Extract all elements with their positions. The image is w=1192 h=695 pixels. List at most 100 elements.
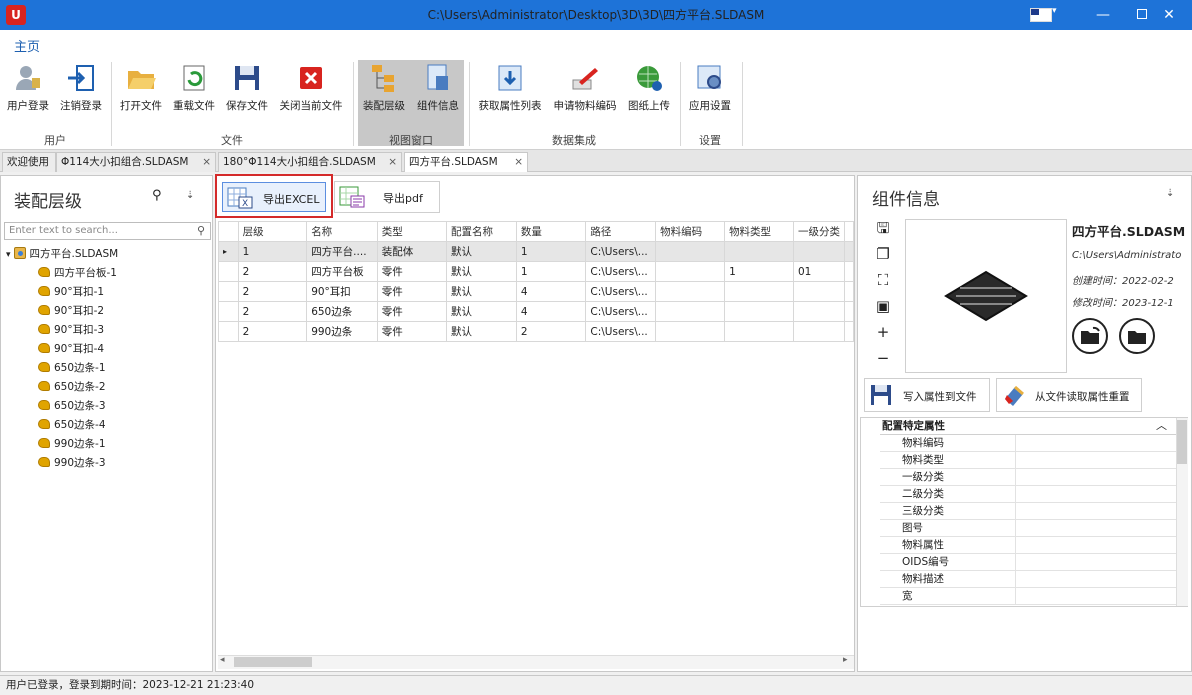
- tree-item[interactable]: 90°耳扣-4: [38, 340, 104, 359]
- column-header[interactable]: 一级分类: [792, 221, 846, 242]
- zoom-out-icon[interactable]: −: [873, 348, 893, 368]
- column-header[interactable]: 数量: [515, 221, 587, 242]
- apply-material-code-button[interactable]: 申请物料编码: [548, 62, 622, 122]
- tree-item[interactable]: 990边条-1: [38, 435, 106, 454]
- table-cell[interactable]: 990边条: [306, 321, 378, 342]
- tab-home[interactable]: 主页: [14, 36, 41, 58]
- table-cell[interactable]: 4: [515, 301, 587, 322]
- open-folder-button[interactable]: [1072, 318, 1108, 354]
- fit-view-icon[interactable]: ⛶: [873, 270, 893, 290]
- property-row[interactable]: 二级分类: [860, 486, 1176, 503]
- table-cell[interactable]: 装配体: [376, 241, 448, 262]
- horizontal-scrollbar[interactable]: [218, 655, 854, 669]
- property-value[interactable]: [1016, 503, 1176, 520]
- property-row[interactable]: OIDS编号: [860, 554, 1176, 571]
- property-row[interactable]: 物料编码: [860, 435, 1176, 452]
- table-cell[interactable]: [655, 321, 726, 342]
- close-current-file-button[interactable]: 关闭当前文件: [275, 62, 347, 122]
- table-cell[interactable]: 1: [237, 241, 308, 262]
- write-attributes-button[interactable]: 写入属性到文件: [864, 378, 990, 412]
- table-cell[interactable]: 2: [237, 261, 308, 282]
- table-cell[interactable]: 零件: [376, 321, 448, 342]
- drawing-upload-button[interactable]: 图纸上传: [624, 62, 674, 122]
- column-header[interactable]: 名称: [306, 221, 378, 242]
- save-file-button[interactable]: 保存文件: [222, 62, 272, 122]
- table-cell[interactable]: 零件: [376, 261, 448, 282]
- tab-doc-1[interactable]: Φ114大小扣组合.SLDASM ×: [56, 152, 216, 172]
- column-header[interactable]: 类型: [376, 221, 448, 242]
- table-cell[interactable]: [655, 281, 726, 302]
- close-window-button[interactable]: ✕: [1146, 0, 1192, 30]
- table-cell[interactable]: 1: [724, 261, 794, 282]
- tree-item[interactable]: 650边条-1: [38, 359, 106, 378]
- scrollbar-thumb[interactable]: [234, 657, 312, 667]
- table-cell[interactable]: 默认: [446, 241, 517, 262]
- chevron-up-icon[interactable]: ︿: [1156, 417, 1167, 433]
- property-value[interactable]: [1016, 571, 1176, 588]
- table-cell[interactable]: [792, 321, 846, 342]
- table-cell[interactable]: [724, 321, 794, 342]
- table-cell[interactable]: 4: [515, 281, 587, 302]
- folder-button[interactable]: [1119, 318, 1155, 354]
- user-login-button[interactable]: 用户登录: [4, 62, 52, 122]
- table-cell[interactable]: [792, 241, 846, 262]
- pin-icon[interactable]: ⇣: [1166, 188, 1174, 199]
- table-cell[interactable]: 四方平台板: [306, 261, 378, 282]
- model-preview[interactable]: [905, 219, 1067, 373]
- table-cell[interactable]: 默认: [446, 301, 517, 322]
- table-cell[interactable]: 1: [515, 241, 587, 262]
- zoom-in-icon[interactable]: +: [873, 322, 893, 342]
- table-cell[interactable]: [724, 281, 794, 302]
- table-cell[interactable]: 默认: [446, 281, 517, 302]
- table-cell[interactable]: 2: [237, 281, 308, 302]
- table-cell[interactable]: 零件: [376, 281, 448, 302]
- table-cell[interactable]: [655, 261, 726, 282]
- save-view-icon[interactable]: 🖫: [873, 218, 893, 238]
- language-flag-icon[interactable]: [1030, 8, 1052, 22]
- tree-root[interactable]: ▾ 四方平台.SLDASM: [6, 245, 118, 264]
- table-cell[interactable]: C:\Users\...: [585, 301, 657, 322]
- property-row[interactable]: 三级分类: [860, 503, 1176, 520]
- app-settings-button[interactable]: 应用设置: [684, 62, 736, 122]
- property-row[interactable]: 图号: [860, 520, 1176, 537]
- column-header[interactable]: 物料类型: [724, 221, 794, 242]
- table-cell[interactable]: [724, 301, 794, 322]
- export-pdf-button[interactable]: 导出pdf: [334, 181, 440, 213]
- tree-item[interactable]: 650边条-4: [38, 416, 106, 435]
- search-icon[interactable]: ⚲: [152, 188, 162, 203]
- table-cell[interactable]: [724, 241, 794, 262]
- read-attributes-button[interactable]: 从文件读取属性重置: [996, 378, 1142, 412]
- table-cell[interactable]: 2: [237, 301, 308, 322]
- tab-welcome[interactable]: 欢迎使用: [2, 152, 56, 172]
- property-value[interactable]: [1016, 520, 1176, 537]
- table-cell[interactable]: 默认: [446, 261, 517, 282]
- table-cell[interactable]: 01: [792, 261, 846, 282]
- tree-item[interactable]: 四方平台板-1: [38, 264, 117, 283]
- table-cell[interactable]: 1: [515, 261, 587, 282]
- copy-icon[interactable]: ❐: [873, 244, 893, 264]
- tree-item[interactable]: 90°耳扣-2: [38, 302, 104, 321]
- scroll-right-icon[interactable]: ▸: [843, 655, 848, 665]
- property-row[interactable]: 物料属性: [860, 537, 1176, 554]
- table-cell[interactable]: [655, 301, 726, 322]
- open-file-button[interactable]: 打开文件: [116, 62, 166, 122]
- chevron-down-icon[interactable]: ▾: [6, 250, 11, 260]
- table-cell[interactable]: 零件: [376, 301, 448, 322]
- property-value[interactable]: [1016, 452, 1176, 469]
- column-header[interactable]: 路径: [585, 221, 657, 242]
- property-row[interactable]: 一级分类: [860, 469, 1176, 486]
- table-row[interactable]: ▸ 1 四方平台.... 装配体 默认 1 C:\Users\...: [218, 241, 854, 262]
- table-row[interactable]: 2 四方平台板 零件 默认 1 C:\Users\... 1 01: [218, 261, 854, 282]
- table-row[interactable]: 2 990边条 零件 默认 2 C:\Users\...: [218, 321, 854, 342]
- property-value[interactable]: [1016, 588, 1176, 605]
- tab-doc-active[interactable]: 四方平台.SLDASM ×: [404, 152, 528, 172]
- logout-button[interactable]: 注销登录: [56, 62, 106, 122]
- table-cell[interactable]: C:\Users\...: [585, 321, 657, 342]
- assembly-level-button[interactable]: 装配层级: [358, 62, 410, 122]
- close-tab-icon[interactable]: ×: [514, 153, 523, 171]
- table-cell[interactable]: C:\Users\...: [585, 281, 657, 302]
- search-icon[interactable]: ⚲: [197, 224, 205, 237]
- tree-item[interactable]: 650边条-2: [38, 378, 106, 397]
- table-cell[interactable]: [792, 301, 846, 322]
- scroll-left-icon[interactable]: ◂: [220, 655, 225, 665]
